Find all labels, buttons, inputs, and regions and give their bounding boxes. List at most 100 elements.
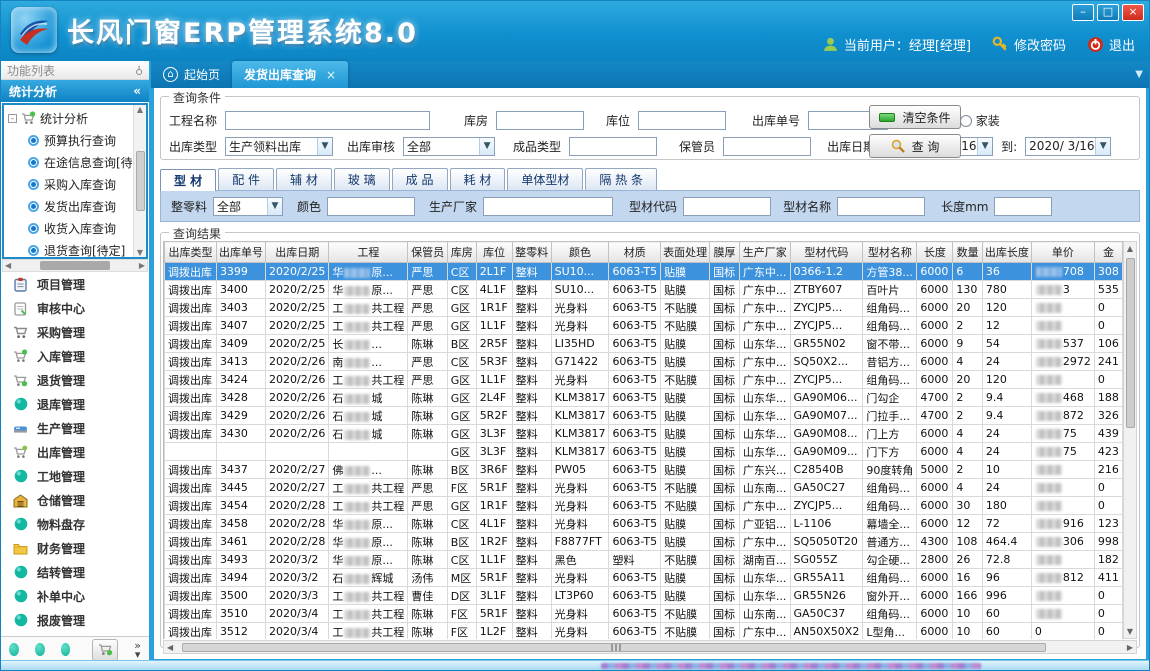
cell[interactable]: 6063-T5 — [609, 569, 661, 587]
cell[interactable]: 光身料 — [551, 371, 609, 389]
cell[interactable]: 180 — [982, 497, 1031, 515]
cell[interactable]: 广东中... — [739, 623, 790, 640]
cell[interactable]: 山东华... — [739, 569, 790, 587]
cell[interactable]: 36 — [982, 263, 1031, 281]
cell[interactable]: 2020/2/26 — [266, 353, 329, 371]
cell[interactable]: 山东华... — [739, 389, 790, 407]
length-input[interactable] — [994, 197, 1052, 216]
grid-vertical-scrollbar[interactable]: ▲ ▼ — [1123, 241, 1137, 639]
cell[interactable]: 国标 — [710, 605, 740, 623]
cell[interactable]: 整料 — [512, 533, 551, 551]
cell[interactable]: 整料 — [512, 497, 551, 515]
cell[interactable] — [216, 443, 265, 461]
table-row[interactable]: 调拨出库34292020/2/26石城陈琳G区5R2F整料KLM38176063… — [165, 407, 1123, 425]
table-row[interactable]: 调拨出库34372020/2/27佛...陈琳B区3R6F整料PW056063-… — [165, 461, 1123, 479]
cell[interactable]: 贴膜 — [661, 587, 710, 605]
cell[interactable]: 24 — [982, 353, 1031, 371]
cell[interactable]: 3403 — [216, 299, 265, 317]
cell[interactable]: 国标 — [710, 623, 740, 640]
cell[interactable]: C区 — [447, 281, 476, 299]
cell[interactable]: 6000 — [917, 605, 953, 623]
scrollbar-thumb[interactable] — [40, 261, 110, 270]
cell[interactable]: 广东中... — [739, 533, 790, 551]
cell[interactable]: 工共工程 — [329, 317, 408, 335]
cell[interactable]: 16 — [953, 569, 982, 587]
menu-item[interactable]: 物料盘存 — [1, 512, 149, 536]
table-row[interactable]: 调拨出库34242020/2/26工共工程严思G区1L1F整料光身料6063-T… — [165, 371, 1123, 389]
column-header[interactable]: 材质 — [609, 242, 661, 263]
cell[interactable]: 陈琳 — [408, 461, 447, 479]
cell[interactable]: 工共工程 — [329, 605, 408, 623]
cell[interactable]: LI35HD — [551, 335, 609, 353]
cell[interactable]: 1L1F — [476, 551, 512, 569]
cell[interactable]: 96 — [982, 569, 1031, 587]
clear-conditions-button[interactable]: 清空条件 — [869, 105, 961, 129]
cell[interactable]: 门勾企 — [863, 389, 917, 407]
cell[interactable]: 不贴膜 — [661, 623, 710, 640]
cell[interactable]: 国标 — [710, 389, 740, 407]
cell[interactable]: 贴膜 — [661, 515, 710, 533]
cell[interactable]: 166 — [953, 587, 982, 605]
cell[interactable]: 严思 — [408, 299, 447, 317]
table-row[interactable]: 调拨出库34072020/2/25工共工程严思G区1L1F整料光身料6063-T… — [165, 317, 1123, 335]
cell[interactable]: 整料 — [512, 281, 551, 299]
cell[interactable]: 整料 — [512, 263, 551, 281]
tree-item[interactable]: 收货入库查询 — [8, 217, 146, 239]
cell[interactable]: 1L1F — [476, 371, 512, 389]
cell[interactable] — [1031, 551, 1094, 569]
cell[interactable]: 10 — [953, 623, 982, 640]
cell[interactable]: 塑料 — [609, 551, 661, 569]
cell[interactable]: 75 — [1031, 425, 1094, 443]
cell[interactable]: 国标 — [710, 407, 740, 425]
cell[interactable]: 60 — [982, 623, 1031, 640]
table-row[interactable]: 调拨出库34132020/2/26南...严思C区5R3F整料G71422606… — [165, 353, 1123, 371]
cell[interactable]: KLM3817 — [551, 443, 609, 461]
menu-item[interactable]: 退库管理 — [1, 392, 149, 416]
cell[interactable]: ZYCJP5... — [790, 299, 863, 317]
table-row[interactable]: 调拨出库34282020/2/26石城陈琳G区2L4F整料KLM38176063… — [165, 389, 1123, 407]
cell[interactable]: 9.4 — [982, 389, 1031, 407]
cell[interactable]: 0 — [1031, 623, 1094, 640]
cell[interactable]: F8877FT — [551, 533, 609, 551]
cell[interactable]: G区 — [447, 425, 476, 443]
pin-icon[interactable]: ⚲ — [135, 64, 143, 77]
cell[interactable]: GA90M09... — [790, 443, 863, 461]
cell[interactable]: 贴膜 — [661, 389, 710, 407]
cell[interactable]: 调拨出库 — [165, 263, 217, 281]
cell[interactable]: 2020/2/27 — [266, 461, 329, 479]
cell[interactable]: 百叶片 — [863, 281, 917, 299]
cell[interactable]: 工共工程 — [329, 479, 408, 497]
module-dot-icon[interactable] — [35, 643, 45, 656]
cell[interactable]: 3L3F — [476, 425, 512, 443]
cell[interactable]: 2020/2/25 — [266, 335, 329, 353]
cell[interactable]: 6000 — [917, 281, 953, 299]
cell[interactable] — [1031, 479, 1094, 497]
change-password-button[interactable]: 修改密码 — [992, 35, 1066, 54]
profile-code-input[interactable] — [683, 197, 771, 216]
cell[interactable]: 998 — [1094, 533, 1122, 551]
cell[interactable]: 3409 — [216, 335, 265, 353]
cell[interactable]: D区 — [447, 587, 476, 605]
material-tab[interactable]: 配 件 — [218, 168, 274, 190]
cell[interactable]: 20 — [953, 371, 982, 389]
cell[interactable]: 120 — [982, 371, 1031, 389]
cell[interactable]: 3454 — [216, 497, 265, 515]
scroll-left-icon[interactable]: ◀ — [167, 643, 173, 652]
cell[interactable]: SQ50X2... — [790, 353, 863, 371]
cell[interactable]: 整料 — [512, 479, 551, 497]
cell[interactable]: F区 — [447, 623, 476, 640]
cell[interactable]: 调拨出库 — [165, 497, 217, 515]
cell[interactable]: 组角码... — [863, 371, 917, 389]
cell[interactable]: 贴膜 — [661, 533, 710, 551]
cell[interactable]: 整料 — [512, 299, 551, 317]
cell[interactable]: 石城 — [329, 425, 408, 443]
cell[interactable]: C区 — [447, 551, 476, 569]
cell[interactable]: 5R2F — [476, 407, 512, 425]
cell[interactable]: C区 — [447, 515, 476, 533]
cell[interactable]: 3L1F — [476, 587, 512, 605]
radio-home-option[interactable]: 家装 — [960, 112, 1000, 129]
cell[interactable]: 26 — [953, 551, 982, 569]
cell[interactable]: 5000 — [917, 461, 953, 479]
cell[interactable]: 陈琳 — [408, 551, 447, 569]
cell[interactable]: 5R1F — [476, 605, 512, 623]
